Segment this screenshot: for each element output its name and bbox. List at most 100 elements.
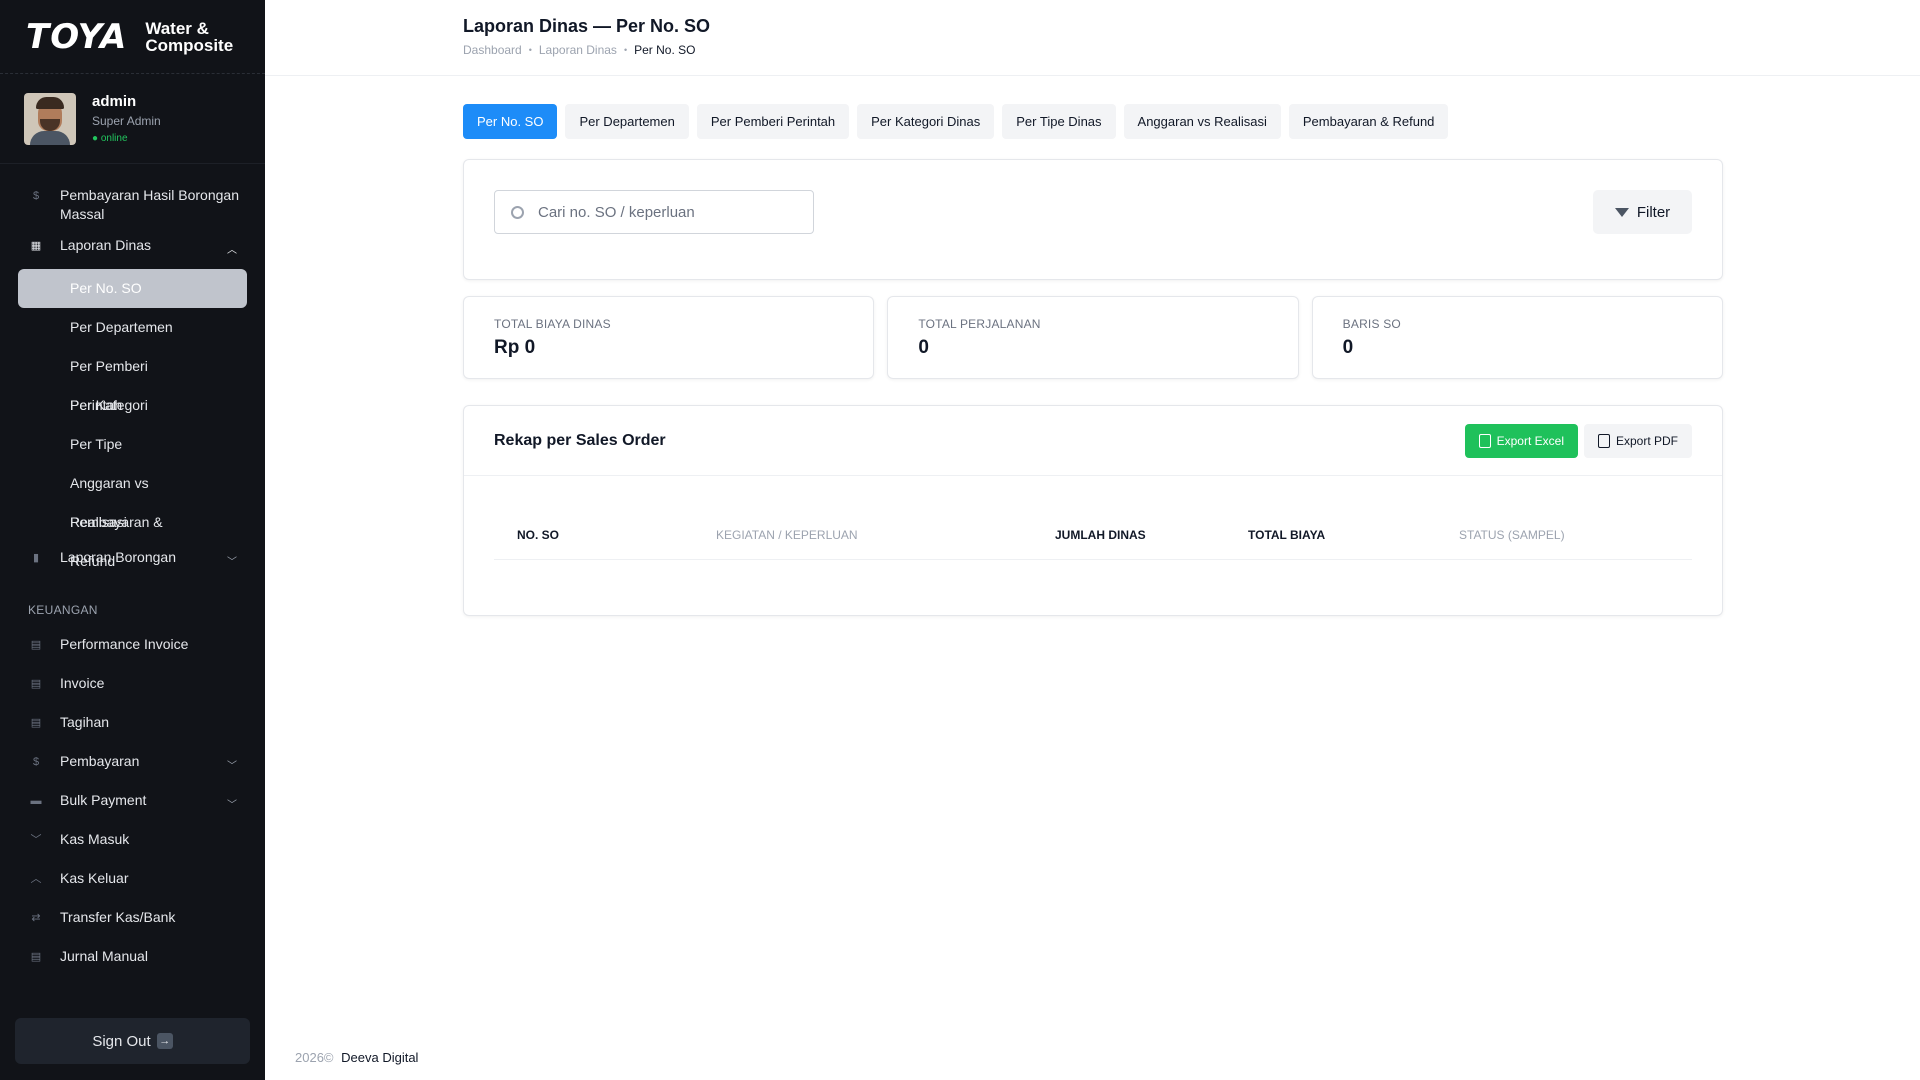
brand-subtitle-line2: Composite [145, 35, 234, 55]
stat-label: TOTAL PERJALANAN [918, 317, 1041, 331]
stat-value: 0 [918, 337, 929, 358]
search-input[interactable] [538, 203, 798, 221]
filter-label: Filter [1636, 203, 1671, 221]
sidebar-item-label: Jurnal Manual [60, 948, 148, 964]
sidebar-subitem-per-pemberi-perintah[interactable]: Per Pemberi Perintah [18, 347, 247, 413]
brand-logo[interactable]: TOYA Water & Composite [0, 0, 265, 74]
section-label-keuangan: KEUANGAN [28, 603, 98, 617]
sidebar-item-label: Performance Invoice [60, 636, 189, 652]
breadcrumb-laporan-dinas[interactable]: Laporan Dinas [539, 43, 617, 57]
sidebar-item-pembayaran[interactable]: $ Pembayaran ﹀ [0, 746, 265, 785]
filter-button[interactable]: Filter [1593, 190, 1692, 234]
laporan-dinas-submenu: Per No. SO Per Departemen Per Pemberi Pe… [0, 269, 265, 569]
export-pdf-label: Export PDF [1615, 433, 1678, 448]
sidebar-item-tagihan[interactable]: ▤ Tagihan [0, 707, 265, 746]
printer-icon [1597, 433, 1610, 448]
content: Per No. SO Per Departemen Per Pemberi Pe… [463, 104, 1723, 616]
sidebar-item-label: Transfer Kas/Bank [60, 909, 176, 925]
stats-row: TOTAL BIAYA DINAS Rp 0 TOTAL PERJALANAN … [463, 296, 1723, 379]
sidebar-item-label: Invoice [60, 675, 105, 691]
document-icon: ▤ [30, 638, 42, 651]
report-tabs: Per No. SO Per Departemen Per Pemberi Pe… [463, 104, 1723, 139]
breadcrumb: Dashboard • Laporan Dinas • Per No. SO [463, 43, 1920, 57]
sidebar-item-transfer-kas-bank[interactable]: ⇄ Transfer Kas/Bank [0, 902, 265, 941]
sidebar-item-label: Kas Masuk [60, 831, 130, 847]
stat-label: TOTAL BIAYA DINAS [494, 317, 611, 331]
stat-value: Rp 0 [494, 337, 536, 358]
column-header-jumlah-dinas[interactable]: JUMLAH DINAS [1032, 528, 1225, 542]
sidebar-subitem-per-departemen[interactable]: Per Departemen [18, 308, 247, 347]
export-excel-button[interactable]: Export Excel [1464, 423, 1578, 458]
transfer-icon: ⇄ [31, 911, 41, 924]
chevron-up-icon: ︿ [227, 245, 237, 256]
sidebar-item-bulk-payment[interactable]: ▬ Bulk Payment ﹀ [0, 785, 265, 824]
sidebar-nav: $ Pembayaran Hasil Borongan Massal ▦ Lap… [0, 164, 265, 980]
tab-per-pemberi-perintah[interactable]: Per Pemberi Perintah [696, 104, 850, 139]
chevron-down-icon: ﹀ [227, 761, 237, 772]
stat-total-perjalanan: TOTAL PERJALANAN 0 [887, 296, 1299, 379]
tab-anggaran-vs-realisasi[interactable]: Anggaran vs Realisasi [1123, 104, 1281, 139]
breadcrumb-dashboard[interactable]: Dashboard [463, 43, 522, 57]
sidebar-subitem-per-tipe[interactable]: Per Tipe [18, 425, 247, 464]
sidebar-subitem-per-no-so[interactable]: Per No. SO [18, 269, 247, 308]
export-pdf-button[interactable]: Export PDF [1583, 423, 1692, 458]
brand-name: TOYA [26, 16, 128, 57]
search-card: Filter [463, 159, 1723, 280]
breadcrumb-current: Per No. SO [634, 43, 696, 57]
avatar[interactable] [24, 92, 76, 145]
sidebar-item-laporan-borongan[interactable]: ▮ Laporan Borongan ﹀ [0, 542, 265, 581]
tab-per-kategori-dinas[interactable]: Per Kategori Dinas [857, 104, 995, 139]
column-header-no-so[interactable]: NO. SO [494, 528, 693, 542]
wallet-icon: ▬ [30, 794, 42, 807]
sidebar-item-kas-masuk[interactable]: ﹀ Kas Masuk [0, 824, 265, 863]
rekap-table-card: Rekap per Sales Order Export Excel Expor… [463, 405, 1723, 616]
stat-label: BARIS SO [1342, 317, 1401, 331]
sidebar-item-laporan-dinas[interactable]: ▦ Laporan Dinas ︿ [0, 230, 265, 269]
sidebar-subitem-per-kategori[interactable]: Per Kategori [18, 386, 247, 425]
sidebar-item-invoice[interactable]: ▤ Invoice [0, 668, 265, 707]
chevron-down-icon: ﹀ [227, 800, 237, 811]
table-title: Rekap per Sales Order [494, 431, 666, 449]
tab-per-no-so[interactable]: Per No. SO [463, 104, 558, 139]
arrow-up-icon: ︿ [30, 872, 42, 885]
tab-pembayaran-refund[interactable]: Pembayaran & Refund [1288, 104, 1449, 139]
column-header-status: STATUS (SAMPEL) [1459, 527, 1565, 542]
sidebar-item-performance-invoice[interactable]: ▤ Performance Invoice [0, 629, 265, 668]
tab-per-tipe-dinas[interactable]: Per Tipe Dinas [1002, 104, 1116, 139]
journal-icon: ▤ [30, 950, 42, 963]
search-box[interactable] [494, 190, 814, 234]
user-status: ● online [92, 133, 128, 144]
sidebar: TOYA Water & Composite admin Super Admin… [0, 0, 265, 1080]
page-title: Laporan Dinas — Per No. SO [463, 16, 711, 36]
column-header-total-biaya[interactable]: TOTAL BIAYA [1225, 528, 1436, 542]
footer: 2026© Deeva Digital [295, 1050, 418, 1065]
sidebar-item-label: Kas Keluar [60, 870, 129, 886]
sidebar-item-pembayaran-hasil-borongan[interactable]: $ Pembayaran Hasil Borongan Massal [0, 180, 265, 230]
sign-out-button[interactable]: Sign Out → [15, 1018, 250, 1064]
page-header: Laporan Dinas — Per No. SO Dashboard • L… [265, 0, 1920, 76]
column-header-kegiatan: KEGIATAN / KEPERLUAN [716, 527, 858, 542]
filter-icon [1614, 207, 1629, 217]
search-icon [511, 205, 524, 219]
stat-baris-so: BARIS SO 0 [1311, 296, 1723, 379]
chevron-down-icon: ﹀ [227, 557, 237, 568]
sidebar-item-kas-keluar[interactable]: ︿ Kas Keluar [0, 863, 265, 902]
sidebar-item-label: Tagihan [60, 714, 110, 730]
sidebar-subitem-anggaran-vs-realisasi[interactable]: Anggaran vs Realisasi [18, 464, 247, 530]
main-area: Laporan Dinas — Per No. SO Dashboard • L… [265, 0, 1920, 1080]
bar-chart-icon: ▮ [32, 551, 40, 564]
sign-out-icon: → [156, 1033, 173, 1049]
sidebar-item-label: Laporan Borongan [60, 549, 176, 565]
table-header-bar: Rekap per Sales Order Export Excel Expor… [464, 406, 1722, 476]
breadcrumb-separator-icon: • [623, 45, 628, 55]
sidebar-subitem-pembayaran-refund[interactable]: Pembayaran & Refund [18, 503, 247, 569]
breadcrumb-separator-icon: • [528, 45, 532, 55]
sidebar-item-label: Bulk Payment [60, 792, 147, 808]
excel-file-icon [1478, 433, 1491, 448]
sidebar-item-jurnal-manual[interactable]: ▤ Jurnal Manual [0, 941, 265, 980]
tab-per-departemen[interactable]: Per Departemen [565, 104, 689, 139]
user-role: Super Admin [92, 114, 161, 128]
user-name: admin [92, 93, 137, 110]
footer-company-link[interactable]: Deeva Digital [341, 1050, 418, 1065]
table-head-row: NO. SO KEGIATAN / KEPERLUAN JUMLAH DINAS… [494, 510, 1692, 560]
